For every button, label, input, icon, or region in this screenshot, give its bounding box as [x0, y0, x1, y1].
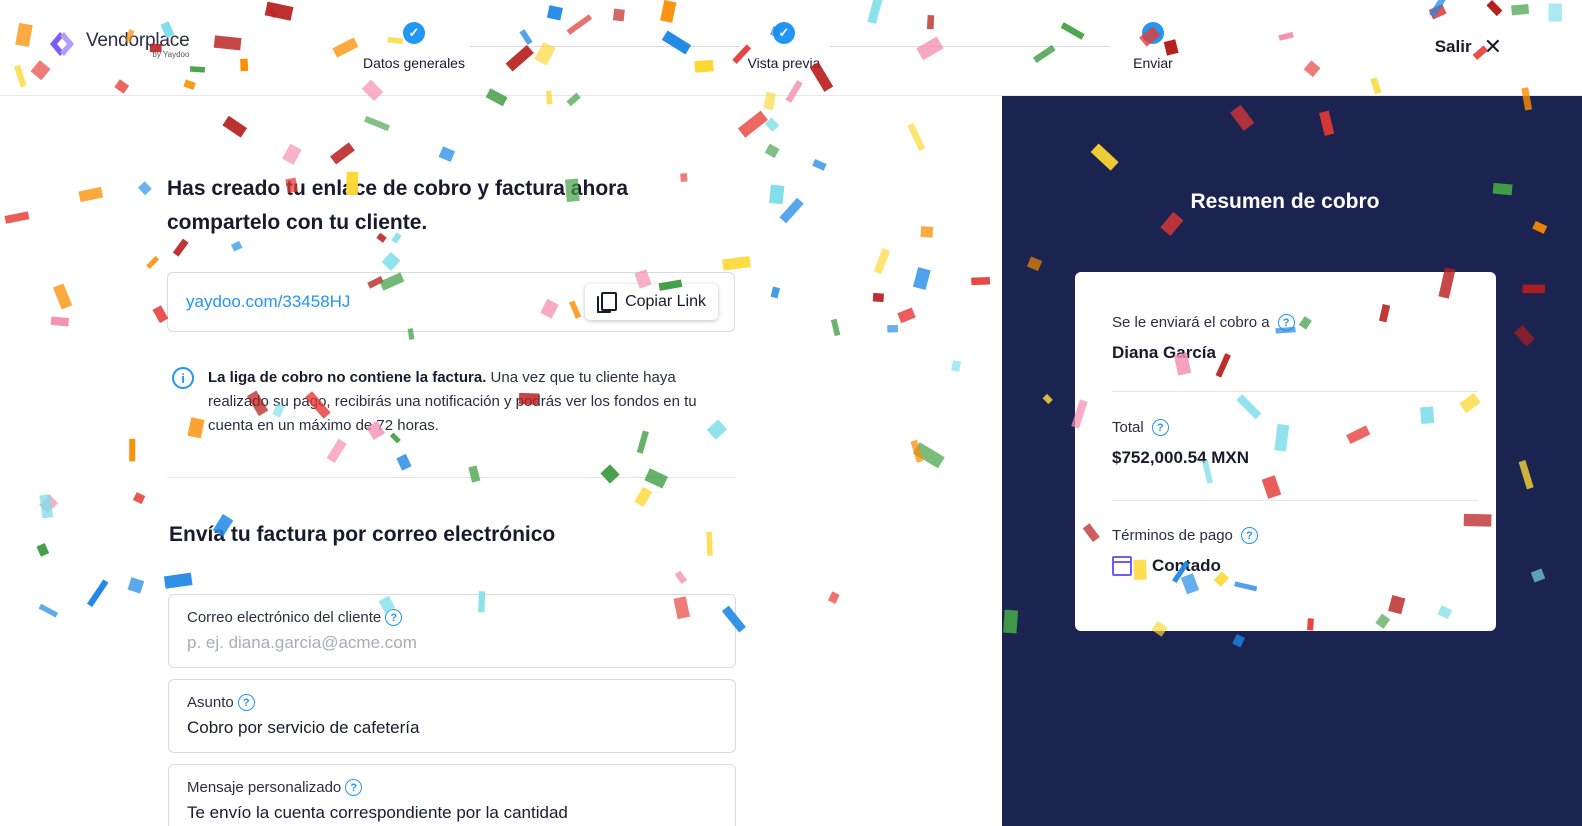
summary-panel: Resumen de cobro Se le enviará el cobro …	[1002, 96, 1582, 826]
main-content: Has creado tu enlace de cobro y factura …	[0, 96, 1002, 826]
exit-label: Salir	[1434, 37, 1472, 56]
page-title: Has creado tu enlace de cobro y factura …	[167, 177, 628, 234]
recipient-row: Se le enviará el cobro a ? Diana García	[1112, 314, 1478, 363]
field-label: Asunto ?	[187, 694, 255, 711]
vendorplace-logo: Vendorplace by Yaydoo	[46, 28, 190, 60]
step-vista-previa[interactable]: ✓ Vista previa	[738, 22, 830, 71]
email-section-title: Envía tu factura por correo electrónico	[169, 523, 556, 546]
recipient-label: Se le enviará el cobro a	[1112, 314, 1270, 331]
step-enviar[interactable]: Enviar	[1123, 22, 1183, 71]
stepper-line	[470, 46, 740, 47]
notice-bold: La liga de cobro no contiene la factura.	[208, 369, 487, 386]
current-step-dot	[1142, 22, 1164, 44]
exit-button[interactable]: Salir ✕	[1435, 36, 1502, 58]
question-icon[interactable]: ?	[1277, 314, 1295, 331]
client-email-field[interactable]: Correo electrónico del cliente ?	[168, 594, 736, 668]
subject-label: Asunto	[187, 694, 234, 711]
check-icon: ✓	[403, 22, 425, 44]
vendorplace-logo-icon	[50, 32, 74, 56]
page: Vendorplace by Yaydoo ✓ Datos generales …	[0, 0, 1582, 826]
info-notice: i La liga de cobro no contiene la factur…	[172, 366, 732, 438]
step-datos-generales[interactable]: ✓ Datos generales	[358, 22, 470, 71]
divider	[1112, 500, 1478, 501]
summary-title: Resumen de cobro	[1190, 190, 1380, 213]
step-label: Vista previa	[747, 55, 821, 71]
info-icon: i	[172, 367, 194, 389]
recipient-value: Diana García	[1112, 343, 1216, 362]
calendar-icon	[1112, 556, 1132, 576]
client-email-label: Correo electrónico del cliente	[187, 609, 382, 626]
brand-byline: by Yaydoo	[152, 49, 190, 59]
check-icon: ✓	[773, 22, 795, 44]
payment-link[interactable]: yaydoo.com/33458HJ	[186, 292, 350, 312]
divider	[1112, 391, 1478, 392]
question-icon[interactable]: ?	[385, 609, 403, 626]
message-field[interactable]: Mensaje personalizado ? Te envío la cuen…	[168, 764, 736, 826]
total-row: Total ? $752,000.54 MXN	[1112, 419, 1478, 468]
client-email-input[interactable]	[187, 633, 717, 653]
terms-label: Términos de pago	[1112, 527, 1233, 544]
notice-text: La liga de cobro no contiene la factura.…	[208, 366, 732, 438]
terms-value: Contado	[1152, 556, 1221, 575]
field-label: Correo electrónico del cliente ?	[187, 609, 403, 626]
close-icon: ✕	[1483, 34, 1502, 59]
question-icon[interactable]: ?	[1151, 419, 1169, 436]
stepper-line	[830, 46, 1110, 47]
step-label: Enviar	[1133, 55, 1173, 71]
total-value: $752,000.54 MXN	[1112, 448, 1250, 467]
subject-field[interactable]: Asunto ? Cobro por servicio de cafetería	[168, 679, 736, 753]
question-icon[interactable]: ?	[345, 779, 363, 796]
field-label: Mensaje personalizado ?	[187, 779, 363, 796]
copy-icon	[597, 292, 618, 313]
message-label: Mensaje personalizado	[187, 779, 342, 796]
step-label: Datos generales	[363, 55, 465, 71]
total-label: Total	[1112, 419, 1144, 436]
payment-link-box: yaydoo.com/33458HJ Copiar Link	[167, 272, 735, 332]
question-icon[interactable]: ?	[237, 694, 255, 711]
top-bar: Vendorplace by Yaydoo ✓ Datos generales …	[0, 0, 1582, 96]
brand-name: Vendorplace	[86, 29, 190, 51]
subject-value[interactable]: Cobro por servicio de cafetería	[187, 718, 419, 738]
terms-row: Términos de pago ? Contado	[1112, 527, 1478, 576]
copy-link-label: Copiar Link	[625, 293, 706, 310]
copy-link-button[interactable]: Copiar Link	[585, 284, 718, 320]
divider	[167, 477, 735, 478]
summary-card: Se le enviará el cobro a ? Diana García …	[1075, 272, 1496, 631]
question-icon[interactable]: ?	[1240, 527, 1258, 544]
message-value[interactable]: Te envío la cuenta correspondiente por l…	[187, 803, 568, 823]
